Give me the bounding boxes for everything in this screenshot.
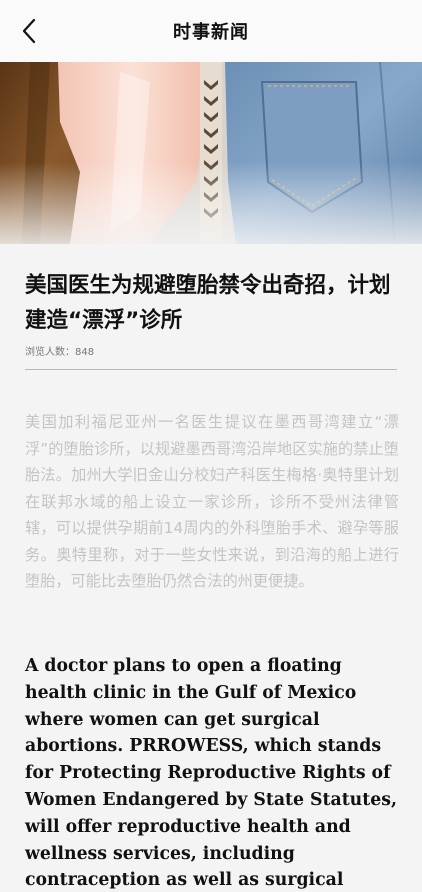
top-bar: 时事新闻 [0, 0, 422, 62]
article-hero-image [0, 62, 422, 244]
article-title: 美国医生为规避堕胎禁令出奇招，计划建造“漂浮”诊所 [25, 273, 391, 333]
article-body-english: A doctor plans to open a floating health… [25, 656, 397, 891]
article-body-chinese: 美国加利福尼亚州一名医生提议在墨西哥湾建立“漂浮”的堕胎诊所，以规避墨西哥湾沿岸… [25, 413, 399, 590]
page-title: 时事新闻 [173, 22, 249, 43]
view-count: 浏览人数：848 [25, 347, 95, 358]
divider [25, 369, 397, 370]
